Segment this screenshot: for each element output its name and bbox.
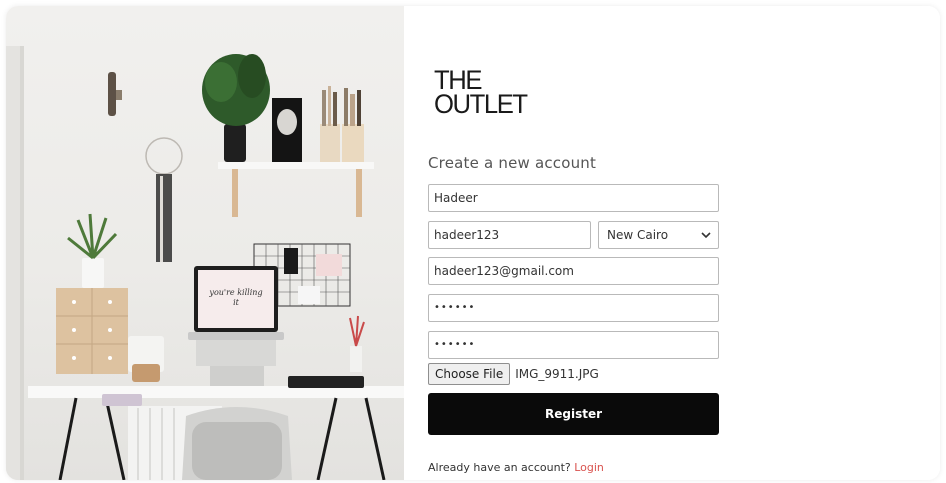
laptop-screen-text: you're killing it <box>209 288 263 307</box>
brand-line-2: OUTLET <box>434 89 528 119</box>
login-prompt: Already have an account? Login <box>428 461 604 474</box>
register-card: you're killing it THE OUTLET Create a ne… <box>6 6 940 480</box>
register-form: THE OUTLET Create a new account Hadeer h… <box>404 6 940 480</box>
username-input[interactable]: hadeer123 <box>428 221 591 249</box>
email-input[interactable]: hadeer123@gmail.com <box>428 257 719 285</box>
page-title: Create a new account <box>428 154 597 172</box>
login-prompt-text: Already have an account? <box>428 461 571 474</box>
password-input[interactable]: •••••• <box>428 294 719 322</box>
workspace-photo: you're killing it <box>6 6 404 480</box>
login-link[interactable]: Login <box>574 461 604 474</box>
file-upload: Choose File IMG_9911.JPG <box>428 363 599 385</box>
chevron-down-icon <box>701 222 711 248</box>
confirm-password-input[interactable]: •••••• <box>428 331 719 359</box>
workspace-illustration <box>6 46 404 480</box>
first-name-input[interactable]: Hadeer <box>428 184 719 212</box>
brand-logo: THE OUTLET <box>434 67 539 119</box>
register-button[interactable]: Register <box>428 393 719 435</box>
plant-pot <box>224 124 246 162</box>
hoop-hanging <box>145 137 183 175</box>
choose-file-button[interactable]: Choose File <box>428 363 511 385</box>
wall-lamp <box>108 72 116 116</box>
selected-file-name: IMG_9911.JPG <box>515 367 599 381</box>
wall-shelf <box>218 162 374 169</box>
city-select[interactable]: New Cairo <box>598 221 719 249</box>
city-select-value: New Cairo <box>607 228 669 242</box>
